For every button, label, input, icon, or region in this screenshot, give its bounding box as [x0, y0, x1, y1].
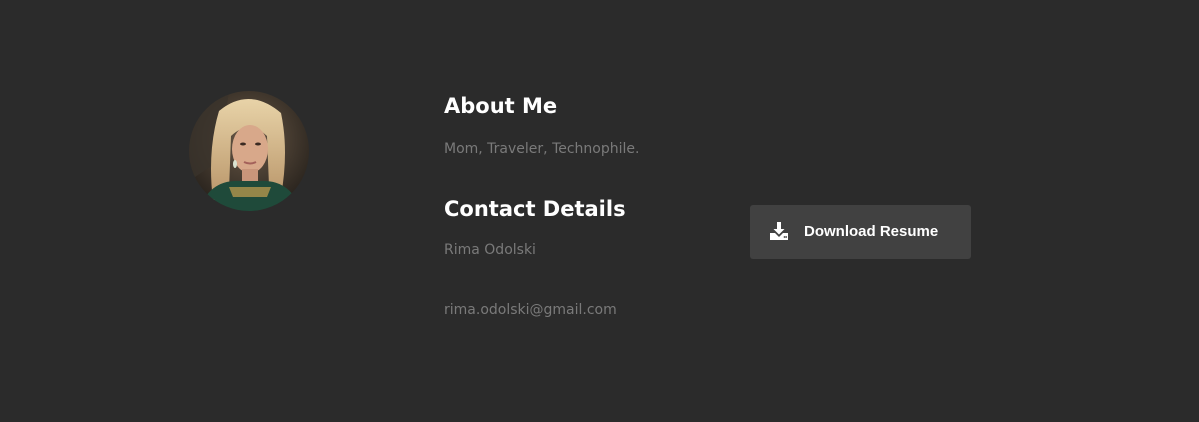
about-heading: About Me — [444, 94, 558, 118]
download-resume-label: Download Resume — [804, 223, 939, 240]
download-icon — [770, 222, 788, 240]
contact-email: rima.odolski@gmail.com — [444, 302, 617, 318]
contact-heading: Contact Details — [444, 197, 626, 221]
profile-photo — [189, 91, 309, 211]
contact-name: Rima Odolski — [444, 242, 536, 258]
download-resume-button[interactable]: Download Resume — [750, 205, 971, 259]
about-bio: Mom, Traveler, Technophile. — [444, 141, 640, 157]
profile-avatar — [189, 91, 309, 211]
about-section: About Me Mom, Traveler, Technophile. Con… — [0, 0, 1199, 422]
